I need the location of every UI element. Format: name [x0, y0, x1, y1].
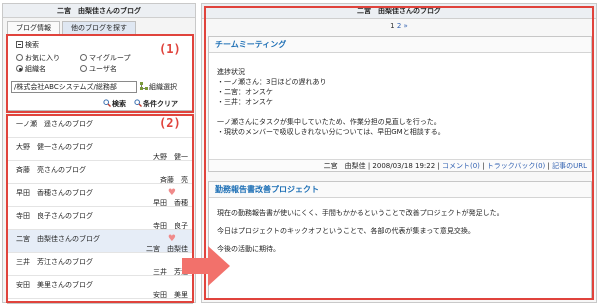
tab-find-other-blogs[interactable]: 他のブログを探す — [62, 21, 136, 35]
blog-main: 二宮 由梨佳さんのブログ 1 2 » チームミーティング 進捗状況 ・一ノ瀬さん… — [201, 3, 597, 303]
arrow-right-icon — [182, 246, 230, 286]
tab-blog-info[interactable]: ブログ情報 — [7, 21, 60, 35]
annotation-frame-main — [204, 6, 594, 300]
sidebar-tabs: ブログ情報 他のブログを探す — [7, 21, 138, 35]
annotation-label-1: (1) — [159, 42, 181, 56]
annotation-frame-2 — [6, 114, 194, 303]
screen: 二宮 由梨佳さんのブログ ブログ情報 他のブログを探す 検索 お気に入り マイグ… — [0, 0, 600, 304]
annotation-label-2: (2) — [159, 116, 181, 130]
sidebar-title: 二宮 由梨佳さんのブログ — [3, 4, 195, 18]
blog-sidebar: 二宮 由梨佳さんのブログ ブログ情報 他のブログを探す 検索 お気に入り マイグ… — [2, 3, 196, 304]
